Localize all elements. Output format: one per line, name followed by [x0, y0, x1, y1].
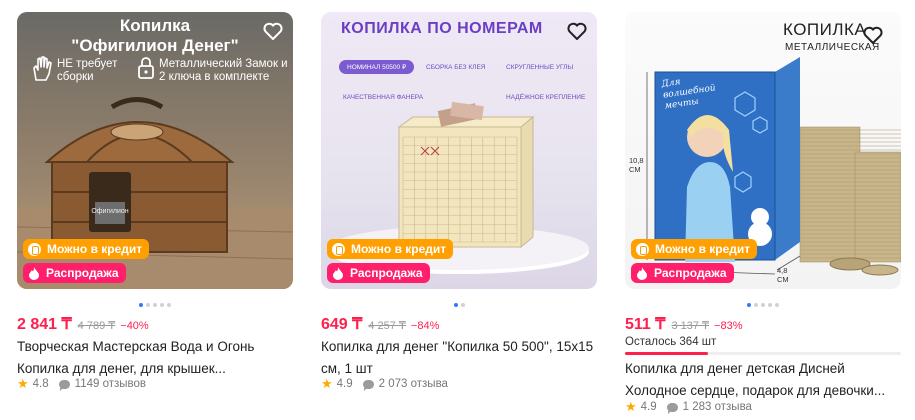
carousel-dot[interactable]	[747, 303, 751, 307]
product-card[interactable]: КОПИЛКА ПО НОМЕРАМ НОМИНАЛ 50500 ₽ СБОРК…	[321, 12, 597, 391]
feature-lock-keys: Металлический Замок и 2 ключа в комплект…	[159, 58, 288, 83]
product-title[interactable]: Копилка для денег детская Дисней Холодно…	[625, 358, 901, 402]
current-price: 2 841 ₸	[17, 316, 72, 333]
credit-badge-label: Можно в кредит	[47, 242, 143, 256]
product-card[interactable]: Копилка "Офигилион Денег" НЕ требует сбо…	[17, 12, 293, 391]
tag-nominal: НОМИНАЛ 50500 ₽	[339, 60, 415, 74]
image-carousel-dots[interactable]	[321, 303, 597, 309]
rating-row[interactable]: ★ 4.9 2 073 отзыва	[321, 376, 448, 392]
hand-icon	[31, 56, 53, 82]
sale-badge-label: Распродажа	[654, 266, 727, 280]
current-price: 649 ₸	[321, 316, 363, 333]
price-row: 511 ₸ 3 137 ₸ −83%	[625, 314, 742, 334]
star-icon: ★	[321, 376, 333, 391]
rating-row[interactable]: ★ 4.8 1149 отзывов	[17, 376, 146, 392]
carousel-dot[interactable]	[453, 303, 458, 307]
credit-icon	[636, 242, 649, 256]
discount-percent: −40%	[120, 320, 149, 332]
fire-icon	[636, 266, 648, 280]
sale-badge: Распродажа	[631, 263, 734, 283]
product-image[interactable]: КОПИЛКА МЕТАЛЛИЧЕСКАЯ Для волшебной мечт…	[625, 12, 901, 289]
stock-remaining: Осталось 364 шт	[625, 336, 717, 348]
discount-percent: −83%	[714, 320, 743, 332]
chest-label: Офигилион	[91, 208, 129, 215]
comment-icon	[58, 379, 70, 391]
tag-assembly: СБОРКА БЕЗ КЛЕЯ	[426, 64, 486, 71]
fire-icon	[28, 266, 40, 280]
carousel-dot[interactable]	[754, 303, 758, 307]
favorite-heart-icon[interactable]	[567, 22, 587, 41]
carousel-dot[interactable]	[146, 303, 150, 307]
rating-value: 4.9	[336, 378, 353, 390]
product-title-line1[interactable]: Творческая Мастерская Вода и Огонь	[17, 336, 293, 358]
image-title-line1: Копилка	[119, 16, 191, 35]
carousel-dot[interactable]	[761, 303, 765, 307]
reviews-count[interactable]: 1 283 отзыва	[683, 401, 752, 413]
old-price: 3 137 ₸	[671, 320, 710, 332]
tag-corners: СКРУГЛЕННЫЕ УГЛЫ	[506, 64, 574, 71]
carousel-dot[interactable]	[167, 303, 171, 307]
dimension-depth: 4,8 СМ	[777, 266, 789, 284]
product-image[interactable]: Копилка "Офигилион Денег" НЕ требует сбо…	[17, 12, 293, 289]
feature-no-assembly: НЕ требует сборки	[57, 58, 118, 83]
rating-value: 4.8	[32, 378, 49, 390]
credit-icon	[28, 242, 41, 256]
tag-fastening: НАДЁЖНОЕ КРЕПЛЕНИЕ	[506, 94, 586, 101]
product-title-line1[interactable]: Копилка для денег "Копилка 50 500", 15x1…	[321, 336, 597, 358]
reviews-count[interactable]: 1149 отзывов	[75, 378, 146, 390]
stock-progress-bar	[625, 352, 901, 355]
credit-badge-label: Можно в кредит	[655, 242, 751, 256]
sale-badge-label: Распродажа	[46, 266, 119, 280]
sale-badge: Распродажа	[327, 263, 430, 283]
credit-badge-label: Можно в кредит	[351, 242, 447, 256]
dimension-height: 10,8 СМ	[629, 156, 644, 174]
tag-plywood: КАЧЕСТВЕННАЯ ФАНЕРА	[343, 94, 424, 101]
reviews-count[interactable]: 2 073 отзыва	[379, 378, 448, 390]
carousel-dot[interactable]	[768, 303, 772, 307]
old-price: 4 257 ₸	[368, 320, 406, 332]
product-title-line1[interactable]: Копилка для денег детская Дисней	[625, 358, 901, 380]
carousel-dot[interactable]	[775, 303, 779, 307]
current-price: 511 ₸	[625, 316, 666, 333]
fire-icon	[332, 266, 344, 280]
product-title[interactable]: Творческая Мастерская Вода и Огонь Копил…	[17, 336, 293, 380]
product-title[interactable]: Копилка для денег "Копилка 50 500", 15x1…	[321, 336, 597, 380]
comment-icon	[666, 402, 678, 414]
credit-badge: Можно в кредит	[327, 239, 454, 259]
favorite-heart-icon[interactable]	[263, 22, 283, 41]
credit-badge: Можно в кредит	[631, 239, 758, 259]
rating-row[interactable]: ★ 4.9 1 283 отзыва	[625, 399, 752, 415]
image-headline: КОПИЛКА ПО НОМЕРАМ	[341, 20, 543, 37]
credit-badge: Можно в кредит	[23, 239, 150, 259]
product-card[interactable]: КОПИЛКА МЕТАЛЛИЧЕСКАЯ Для волшебной мечт…	[625, 12, 901, 414]
credit-icon	[332, 242, 345, 256]
brand-line1: КОПИЛКА	[783, 20, 867, 39]
favorite-heart-icon[interactable]	[863, 26, 883, 45]
product-image[interactable]: КОПИЛКА ПО НОМЕРАМ НОМИНАЛ 50500 ₽ СБОРК…	[321, 12, 597, 289]
carousel-dot[interactable]	[460, 303, 465, 307]
old-price: 4 789 ₸	[77, 320, 116, 332]
price-row: 649 ₸ 4 257 ₸ −84%	[321, 314, 439, 334]
sale-badge-label: Распродажа	[350, 266, 423, 280]
image-carousel-dots[interactable]	[17, 303, 293, 309]
price-row: 2 841 ₸ 4 789 ₸ −40%	[17, 314, 149, 334]
rating-value: 4.9	[640, 401, 657, 413]
image-carousel-dots[interactable]	[625, 303, 901, 309]
image-title-line2: "Офигилион Денег"	[71, 36, 239, 55]
stock-progress-fill	[625, 352, 708, 355]
carousel-dot[interactable]	[139, 303, 143, 307]
lock-icon	[137, 56, 155, 80]
carousel-dot[interactable]	[153, 303, 157, 307]
star-icon: ★	[17, 376, 29, 391]
carousel-dot[interactable]	[160, 303, 164, 307]
comment-icon	[362, 379, 374, 391]
sale-badge: Распродажа	[23, 263, 126, 283]
discount-percent: −84%	[410, 320, 440, 332]
star-icon: ★	[625, 399, 637, 414]
